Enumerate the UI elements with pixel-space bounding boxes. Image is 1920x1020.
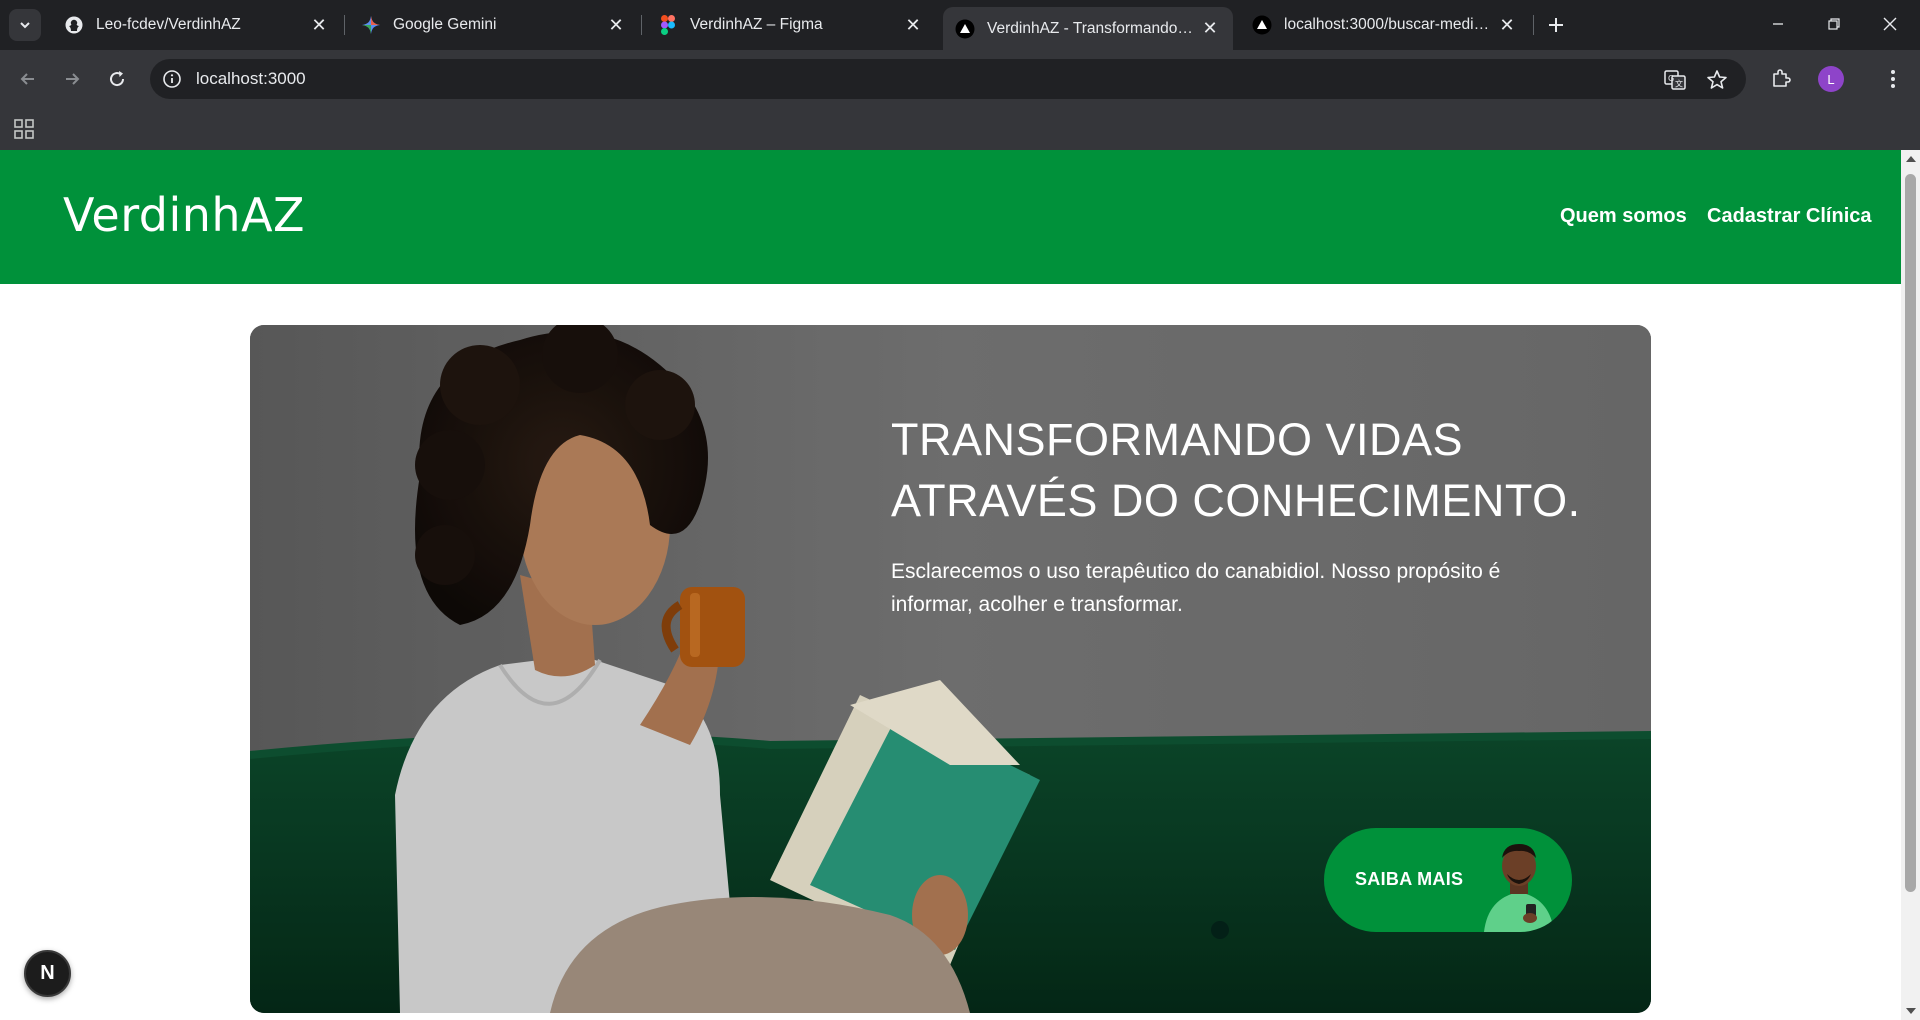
reload-icon: [110, 71, 125, 87]
tab-gemini[interactable]: Google Gemini ✕: [349, 7, 639, 43]
hero-title: TRANSFORMANDO VIDAS ATRAVÉS DO CONHECIME…: [891, 409, 1611, 531]
tab-title: VerdinhAZ – Figma: [690, 16, 823, 33]
scrollbar-thumb[interactable]: [1905, 174, 1916, 892]
tab-github[interactable]: Leo-fcdev/VerdinhAZ ✕: [52, 7, 342, 43]
svg-text:G: G: [1668, 74, 1674, 83]
minimize-icon: [1773, 23, 1783, 25]
chevron-down-icon: [20, 22, 30, 29]
figma-icon: [658, 15, 678, 35]
restore-button[interactable]: [1806, 0, 1862, 48]
tab-title: localhost:3000/buscar-medicos: [1284, 16, 1490, 33]
site-info-icon[interactable]: [160, 67, 184, 91]
tab-verdinhaz-active[interactable]: VerdinhAZ - Transformando Vid ✕: [943, 7, 1233, 50]
tab-divider: [344, 15, 345, 35]
close-icon[interactable]: ✕: [902, 14, 924, 36]
github-icon: [64, 15, 84, 35]
close-icon[interactable]: ✕: [1199, 18, 1221, 40]
hero-banner: TRANSFORMANDO VIDAS ATRAVÉS DO CONHECIME…: [250, 325, 1651, 1013]
scroll-up-arrow-icon[interactable]: [1906, 156, 1916, 162]
svg-text:文: 文: [1675, 79, 1683, 89]
tab-search-button[interactable]: [9, 9, 41, 41]
tab-title: Google Gemini: [393, 16, 497, 33]
translate-icon[interactable]: G文: [1662, 67, 1688, 93]
puzzle-icon: [1773, 69, 1791, 87]
bookmarks-bar: [0, 108, 1920, 150]
forward-button[interactable]: [56, 63, 88, 95]
extensions-button[interactable]: [1765, 63, 1797, 95]
site-logo[interactable]: VerdinhAZ: [63, 188, 305, 242]
browser-tab-bar: Leo-fcdev/VerdinhAZ ✕ Google Gemini ✕ Ve…: [0, 0, 1920, 50]
new-tab-button[interactable]: [1541, 10, 1571, 40]
scroll-down-arrow-icon[interactable]: [1906, 1008, 1916, 1014]
page-scrollbar[interactable]: [1901, 150, 1920, 1020]
site-header: VerdinhAZ Quem somos Cadastrar Clínica: [0, 150, 1901, 284]
avatar: L: [1818, 66, 1844, 92]
tab-divider: [641, 15, 642, 35]
tab-title: Leo-fcdev/VerdinhAZ: [96, 16, 241, 33]
address-text: localhost:3000: [196, 69, 306, 88]
arrow-right-icon: [66, 73, 80, 85]
reload-button[interactable]: [101, 63, 133, 95]
tab-divider: [1533, 15, 1534, 35]
apps-grid-icon[interactable]: [12, 117, 36, 141]
close-icon[interactable]: ✕: [1496, 14, 1518, 36]
saiba-mais-label: SAIBA MAIS: [1355, 869, 1464, 889]
close-window-button[interactable]: [1862, 0, 1918, 48]
tab-title: VerdinhAZ - Transformando Vid: [987, 19, 1193, 37]
arrow-left-icon: [20, 73, 34, 85]
back-button[interactable]: [12, 63, 44, 95]
tab-figma[interactable]: VerdinhAZ – Figma ✕: [646, 7, 936, 43]
vercel-triangle-icon: [1252, 15, 1272, 35]
vercel-triangle-icon: [955, 19, 975, 39]
hero-title-line-2: ATRAVÉS DO CONHECIMENTO.: [891, 475, 1581, 526]
address-bar[interactable]: localhost:3000 G文: [150, 59, 1746, 99]
kebab-menu-icon: [1891, 70, 1895, 88]
plus-icon: [1549, 18, 1563, 32]
minimize-button[interactable]: [1750, 0, 1806, 48]
man-with-phone-illustration: [1484, 844, 1554, 932]
browser-toolbar: localhost:3000 G文 L: [0, 50, 1920, 108]
page-viewport: VerdinhAZ Quem somos Cadastrar Clínica T…: [0, 150, 1901, 1020]
close-icon[interactable]: ✕: [605, 14, 627, 36]
browser-menu-button[interactable]: [1877, 63, 1909, 95]
hero-title-line-1: TRANSFORMANDO VIDAS: [891, 414, 1464, 465]
close-icon: [1883, 17, 1897, 31]
gemini-sparkle-icon: [361, 15, 381, 35]
tab-buscar-medicos[interactable]: localhost:3000/buscar-medicos ✕: [1240, 7, 1530, 43]
saiba-mais-button[interactable]: SAIBA MAIS: [1324, 828, 1572, 932]
restore-icon: [1828, 18, 1840, 30]
nextjs-dev-indicator[interactable]: N: [24, 950, 71, 997]
hero-subtitle: Esclarecemos o uso terapêutico do canabi…: [891, 560, 1501, 616]
close-icon[interactable]: ✕: [308, 14, 330, 36]
profile-button[interactable]: L: [1815, 63, 1847, 95]
bookmark-star-icon[interactable]: [1704, 67, 1730, 93]
nav-link-cadastrar-clinica[interactable]: Cadastrar Clínica: [1707, 205, 1872, 228]
nav-link-quem-somos[interactable]: Quem somos: [1560, 205, 1687, 228]
